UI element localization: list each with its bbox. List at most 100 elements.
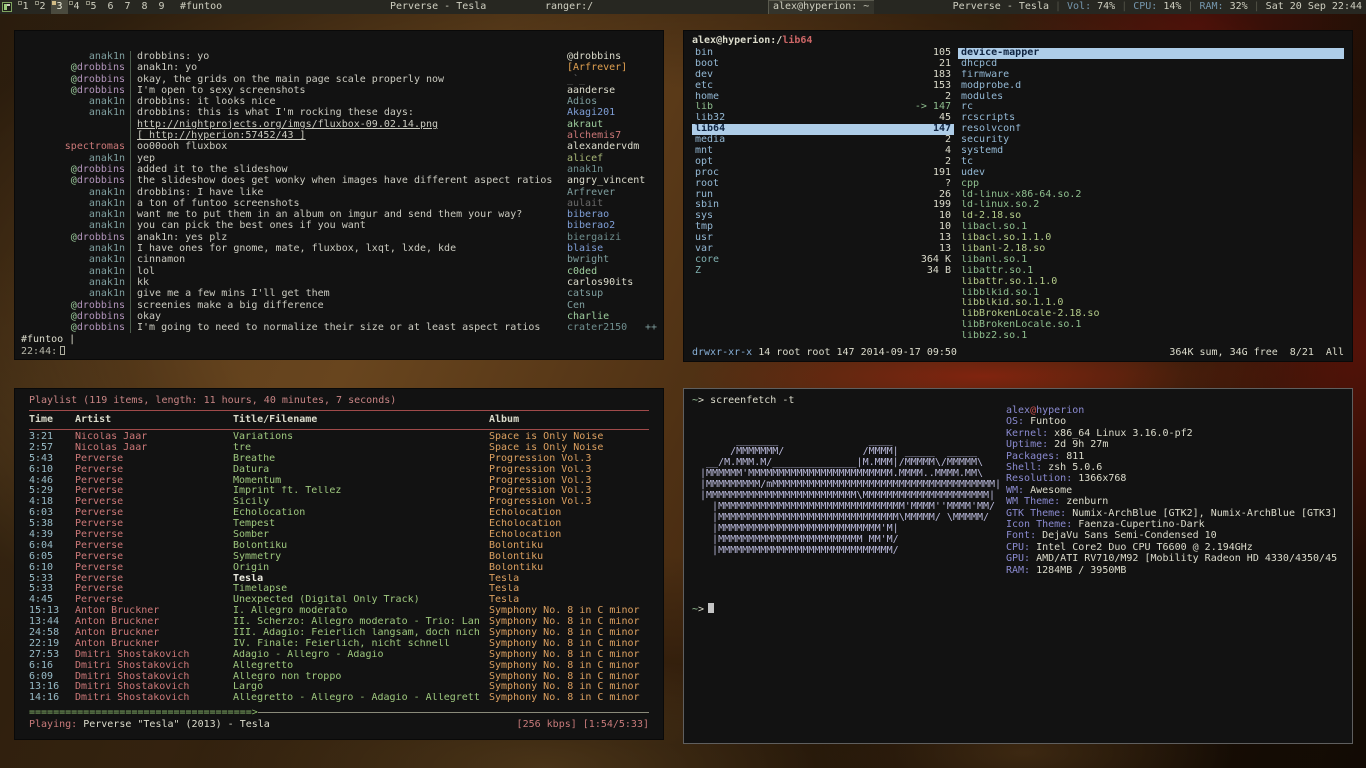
playlist-track-row[interactable]: 13:44 Anton Bruckner II. Scherzo: Allegr…	[29, 617, 649, 628]
ranger-preview-entry[interactable]: libblkid.so.1.1.0	[958, 298, 1344, 309]
layout-icon[interactable]	[2, 2, 12, 12]
ranger-preview-entry[interactable]: libBrokenLocale.so.1	[958, 320, 1344, 331]
ranger-dir-entry[interactable]: media 2	[692, 135, 954, 146]
ranger-preview-entry[interactable]: libBrokenLocale-2.18.so	[958, 309, 1344, 320]
irc-input-line[interactable]: 22:44:	[21, 346, 657, 357]
irc-window[interactable]: EsperNet &bitlbee #renoise #kxstudio #op…	[14, 30, 664, 360]
workspace-tag[interactable]: 5	[85, 0, 102, 14]
workspace-tag[interactable]: 6	[102, 0, 119, 14]
irc-nicklist-item[interactable]: alicef	[567, 153, 657, 164]
ranger-dir-entry[interactable]: sbin 199	[692, 200, 954, 211]
ranger-preview-entry[interactable]: dhcpcd	[958, 59, 1344, 70]
ranger-dir-entry[interactable]: run 26	[692, 190, 954, 201]
ranger-preview-entry[interactable]: libattr.so.1	[958, 266, 1344, 277]
irc-nicklist-item[interactable]: akraut	[567, 119, 657, 130]
ranger-preview-entry[interactable]: udev	[958, 168, 1344, 179]
ranger-dir-entry[interactable]: bin 105	[692, 48, 954, 59]
irc-nicklist-item[interactable]: _`_	[567, 74, 657, 85]
irc-nicklist-item[interactable]: Akagi201	[567, 107, 657, 118]
ranger-preview-entry[interactable]: libanl.so.1	[958, 255, 1344, 266]
irc-nicklist-item[interactable]: catsup	[567, 288, 657, 299]
workspace-tag[interactable]: 3	[51, 0, 68, 14]
playlist-track-row[interactable]: 2:57 Nicolas Jaar tre Space is Only Nois…	[29, 443, 649, 454]
irc-nicklist-item[interactable]: crater2150 ++	[567, 322, 657, 333]
ranger-dir-entry[interactable]: root ?	[692, 179, 954, 190]
playlist-track-row[interactable]: 6:10 Perverse Datura Progression Vol.3	[29, 465, 649, 476]
playlist-track-row[interactable]: 15:13 Anton Bruckner I. Allegro moderato…	[29, 606, 649, 617]
playlist-track-row[interactable]: 5:33 Perverse Timelapse Tesla	[29, 584, 649, 595]
irc-nicklist-item[interactable]: anak1n	[567, 164, 657, 175]
ranger-preview-entry[interactable]: cpp	[958, 179, 1344, 190]
ranger-preview-entry[interactable]: resolvconf	[958, 124, 1344, 135]
ranger-preview-entry[interactable]: tc	[958, 157, 1344, 168]
ranger-preview-entry[interactable]: libanl-2.18.so	[958, 244, 1344, 255]
irc-nicklist-item[interactable]: Arfrever	[567, 187, 657, 198]
playlist-track-row[interactable]: 6:09 Dmitri Shostakovich Allegro non tro…	[29, 672, 649, 683]
irc-nicklist-item[interactable]: carlos90its	[567, 277, 657, 288]
irc-nicklist-item[interactable]: angry_vincent	[567, 175, 657, 186]
playlist-track-row[interactable]: 5:29 Perverse Imprint ft. Tellez Progres…	[29, 486, 649, 497]
ranger-preview-entry[interactable]: libacl.so.1.1.0	[958, 233, 1344, 244]
ranger-preview-entry[interactable]: ld-2.18.so	[958, 211, 1344, 222]
ranger-preview-entry[interactable]: libblkid.so.1	[958, 288, 1344, 299]
playlist-track-row[interactable]: 5:38 Perverse Tempest Echolocation	[29, 519, 649, 530]
ranger-preview-entry[interactable]: firmware	[958, 70, 1344, 81]
ranger-dir-entry[interactable]: opt 2	[692, 157, 954, 168]
playlist-track-row[interactable]: 6:04 Perverse Bolontiku Bolontiku	[29, 541, 649, 552]
ranger-window[interactable]: alex@hyperion:/lib64 bin 105 boot 21 dev	[683, 30, 1353, 362]
irc-nicklist-item[interactable]: biberao	[567, 209, 657, 220]
playlist-track-row[interactable]: 24:58 Anton Bruckner III. Adagio: Feierl…	[29, 628, 649, 639]
taskbar-item[interactable]: alex@hyperion: ~	[768, 0, 874, 14]
workspace-tag[interactable]: 9	[153, 0, 170, 14]
ranger-dir-entry[interactable]: dev 183	[692, 70, 954, 81]
ranger-preview-entry[interactable]: modprobe.d	[958, 81, 1344, 92]
irc-nicklist-item[interactable]: bwright	[567, 254, 657, 265]
ranger-dir-entry[interactable]: sys 10	[692, 211, 954, 222]
workspace-tag[interactable]: 4	[68, 0, 85, 14]
ranger-preview-entry[interactable]: libacl.so.1	[958, 222, 1344, 233]
playlist-track-row[interactable]: 6:05 Perverse Symmetry Bolontiku	[29, 552, 649, 563]
playlist-track-row[interactable]: 22:19 Anton Bruckner IV. Finale: Feierli…	[29, 639, 649, 650]
playlist-track-row[interactable]: 5:33 Perverse Tesla Tesla	[29, 574, 649, 585]
ranger-preview-entry[interactable]: ld-linux.so.2	[958, 200, 1344, 211]
irc-nicklist-item[interactable]: @drobbins	[567, 51, 657, 62]
workspace-tag[interactable]: 7	[119, 0, 136, 14]
ranger-dir-entry[interactable]: home 2	[692, 92, 954, 103]
ranger-dir-entry[interactable]: lib -> 147	[692, 102, 954, 113]
ranger-preview-entry[interactable]: security	[958, 135, 1344, 146]
irc-nicklist-item[interactable]: charlie	[567, 311, 657, 322]
playlist-track-row[interactable]: 6:16 Dmitri Shostakovich Allegretto Symp…	[29, 661, 649, 672]
irc-nicklist-item[interactable]: Adios	[567, 96, 657, 107]
ranger-dir-entry[interactable]: lib64 147	[692, 124, 954, 135]
playlist-track-row[interactable]: 4:46 Perverse Momentum Progression Vol.3	[29, 476, 649, 487]
ranger-preview-entry[interactable]: modules	[958, 92, 1344, 103]
irc-nicklist-item[interactable]: biberao2	[567, 220, 657, 231]
ranger-preview-entry[interactable]: rc	[958, 102, 1344, 113]
playlist-track-row[interactable]: 6:03 Perverse Echolocation Echolocation	[29, 508, 649, 519]
ranger-dir-entry[interactable]: usr 13	[692, 233, 954, 244]
irc-nicklist-item[interactable]: aanderse	[567, 85, 657, 96]
taskbar-item[interactable]: Perverse - Tesla	[390, 0, 486, 14]
ranger-dir-entry[interactable]: etc 153	[692, 81, 954, 92]
ranger-preview-entry[interactable]: systemd	[958, 146, 1344, 157]
irc-nicklist-item[interactable]: blaise	[567, 243, 657, 254]
irc-nicklist-item[interactable]: Cen	[567, 300, 657, 311]
workspace-tag[interactable]: 2	[34, 0, 51, 14]
ranger-dir-entry[interactable]: tmp 10	[692, 222, 954, 233]
shell-prompt-empty[interactable]: ~>	[692, 603, 714, 615]
playlist-track-row[interactable]: 3:21 Nicolas Jaar Variations Space is On…	[29, 432, 649, 443]
music-player-window[interactable]: Playlist (119 items, length: 11 hours, 4…	[14, 388, 664, 740]
ranger-dir-entry[interactable]: proc 191	[692, 168, 954, 179]
terminal-window[interactable]: ~> screenfetch -t _______ ____ /MMMMMMM/…	[683, 388, 1353, 744]
ranger-dir-entry[interactable]: mnt 4	[692, 146, 954, 157]
playlist-track-row[interactable]: 13:16 Dmitri Shostakovich Largo Symphony…	[29, 682, 649, 693]
ranger-preview-entry[interactable]: device-mapper	[958, 48, 1344, 59]
ranger-dir-entry[interactable]: Z 34 B	[692, 266, 954, 277]
playlist-track-row[interactable]: 4:18 Perverse Sicily Progression Vol.3	[29, 497, 649, 508]
tag-extra-label[interactable]: #funtoo	[180, 0, 222, 14]
workspace-tag[interactable]: 8	[136, 0, 153, 14]
playlist-track-row[interactable]: 6:10 Perverse Origin Bolontiku	[29, 563, 649, 574]
playlist-track-row[interactable]: 14:16 Dmitri Shostakovich Allegretto - A…	[29, 693, 649, 704]
ranger-dir-entry[interactable]: lib32 45	[692, 113, 954, 124]
irc-nicklist-item[interactable]: biergaizi	[567, 232, 657, 243]
